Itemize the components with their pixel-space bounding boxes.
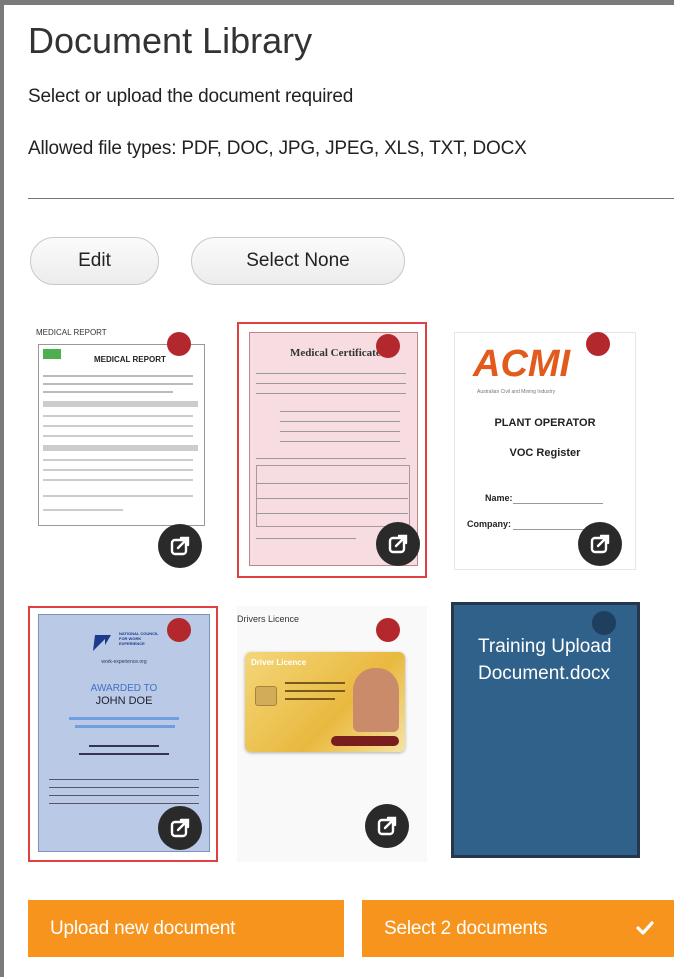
divider — [28, 198, 674, 199]
status-dot — [167, 618, 191, 642]
checkmark-icon — [636, 921, 654, 935]
doc-line1: PLANT OPERATOR — [494, 417, 596, 429]
doc-heading: Medical Certificate — [290, 347, 381, 359]
external-link-icon — [170, 536, 190, 556]
document-tile-work-experience[interactable]: NATIONAL COUNCIL FOR WORK EXPERIENCE wor… — [28, 606, 218, 862]
arrow-logo-icon — [93, 635, 111, 651]
document-tile-acmi-voc[interactable]: ACMI Australian Civil and Mining Industr… — [450, 322, 638, 578]
edit-button[interactable]: Edit — [30, 237, 159, 285]
document-tile-training-upload[interactable]: Training Upload Document.docx — [451, 602, 640, 858]
doc-field-name: Name: — [485, 493, 513, 503]
status-dot — [586, 332, 610, 356]
open-document-button[interactable] — [158, 806, 202, 850]
acmi-logo: ACMI — [473, 343, 571, 385]
logo — [43, 349, 61, 359]
external-link-icon — [170, 818, 190, 838]
licence-card: Driver Licence — [245, 652, 405, 752]
org-name: NATIONAL COUNCIL FOR WORK EXPERIENCE — [119, 631, 159, 646]
select-documents-label: Select 2 documents — [384, 917, 548, 939]
external-link-icon — [388, 534, 408, 554]
select-documents-button[interactable]: Select 2 documents — [362, 900, 674, 957]
upload-document-button[interactable]: Upload new document — [28, 900, 344, 957]
select-none-button[interactable]: Select None — [191, 237, 405, 285]
open-document-button[interactable] — [365, 804, 409, 848]
chip — [255, 686, 277, 706]
document-filename: Training Upload Document.docx — [478, 636, 612, 684]
doc-title: Drivers Licence — [237, 614, 300, 624]
org-site: work-experience.org — [101, 659, 147, 665]
medical-report-preview: MEDICAL REPORT — [38, 344, 205, 526]
status-dot — [376, 334, 400, 358]
doc-title: MEDICAL REPORT — [36, 328, 107, 337]
page-subtitle: Select or upload the document required — [28, 86, 354, 107]
open-document-button[interactable] — [158, 524, 202, 568]
photo — [353, 668, 399, 732]
external-link-icon — [377, 816, 397, 836]
document-tile-medical-report[interactable]: MEDICAL REPORT MEDICAL REPORT — [28, 322, 216, 578]
page-title: Document Library — [28, 20, 313, 61]
document-tile-medical-certificate[interactable]: Medical Certificate — [237, 322, 427, 578]
awarded-to: AWARDED TO — [90, 683, 158, 694]
status-dot — [167, 332, 191, 356]
awardee-name: JOHN DOE — [95, 695, 153, 707]
open-document-button[interactable] — [376, 522, 420, 566]
doc-field-company: Company: — [467, 519, 512, 529]
external-link-icon — [590, 534, 610, 554]
status-dot — [592, 611, 616, 635]
status-dot — [376, 618, 400, 642]
doc-line2: VOC Register — [509, 447, 581, 459]
state-logo — [331, 736, 399, 746]
document-tile-drivers-licence[interactable]: Drivers Licence Driver Licence — [237, 606, 427, 862]
open-document-button[interactable] — [578, 522, 622, 566]
card-title: Driver Licence — [251, 658, 307, 667]
doc-heading: MEDICAL REPORT — [94, 355, 166, 364]
acmi-logo-subtitle: Australian Civil and Mining Industry — [477, 389, 556, 395]
allowed-file-types: Allowed file types: PDF, DOC, JPG, JPEG,… — [28, 138, 527, 159]
